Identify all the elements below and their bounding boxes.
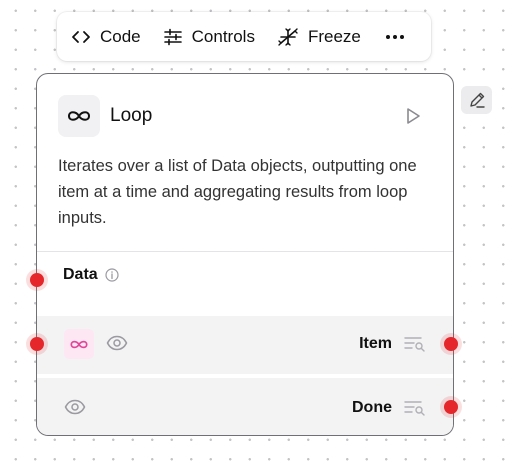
divider — [37, 251, 453, 252]
node-toolbar: Code Controls Freeze — [57, 12, 431, 61]
controls-button[interactable]: Controls — [163, 12, 255, 61]
infinity-icon — [69, 339, 89, 350]
code-icon — [71, 29, 91, 45]
node-description: Iterates over a list of Data objects, ou… — [58, 157, 417, 227]
item-input-handle[interactable] — [30, 337, 44, 351]
info-icon[interactable] — [105, 268, 119, 282]
freeze-label: Freeze — [307, 26, 361, 46]
item-output-row: Item — [37, 316, 453, 374]
pencil-icon — [467, 90, 487, 110]
snowflake-icon — [277, 27, 299, 47]
data-input-label: Data — [63, 266, 119, 284]
eye-icon[interactable] — [64, 399, 86, 415]
infinity-icon — [66, 109, 92, 123]
freeze-button[interactable]: Freeze — [277, 12, 361, 61]
node-icon — [58, 95, 100, 137]
done-output-row: Done — [37, 378, 453, 435]
data-input-handle[interactable] — [30, 273, 44, 287]
done-output-handle[interactable] — [444, 400, 458, 414]
done-output-label: Done — [352, 399, 392, 416]
inspect-output-icon[interactable] — [404, 336, 426, 352]
more-horizontal-icon — [385, 34, 405, 40]
sliders-icon — [163, 27, 183, 47]
inspect-output-icon[interactable] — [404, 400, 426, 416]
run-button[interactable] — [405, 107, 421, 125]
eye-icon[interactable] — [106, 335, 128, 351]
play-icon — [405, 107, 421, 125]
loop-badge — [64, 329, 94, 359]
item-output-handle[interactable] — [444, 337, 458, 351]
controls-label: Controls — [191, 26, 255, 46]
loop-node[interactable]: Loop Iterates over a list of Data object… — [36, 73, 454, 436]
node-title[interactable]: Loop — [110, 105, 152, 127]
item-output-label: Item — [359, 335, 392, 352]
data-input-text: Data — [63, 266, 98, 283]
code-label: Code — [100, 26, 141, 46]
edit-node-button[interactable] — [461, 86, 492, 114]
more-button[interactable] — [385, 12, 405, 61]
code-button[interactable]: Code — [71, 12, 141, 61]
